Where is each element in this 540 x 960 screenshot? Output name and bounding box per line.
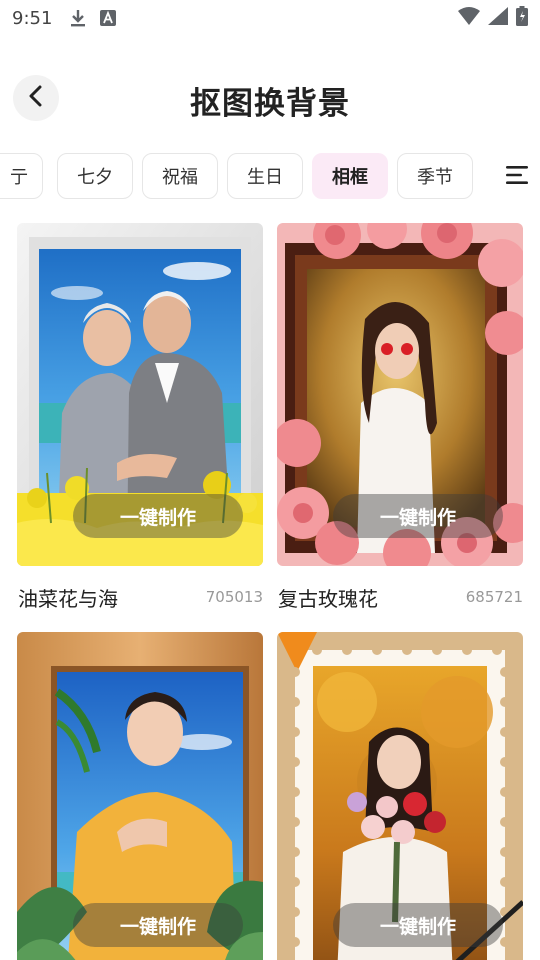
template-card[interactable]: 一键制作 油菜花与海 705013	[17, 223, 263, 623]
page-title: 抠图换背景	[190, 86, 350, 122]
status-icons	[458, 6, 528, 30]
template-thumbnail[interactable]: 一键制作	[277, 223, 523, 566]
template-card[interactable]: 一键制作	[277, 632, 523, 960]
header: 抠图换背景	[0, 70, 540, 126]
tab-label: 相框	[332, 167, 368, 188]
tab-photo-frame[interactable]: 相框	[312, 153, 388, 199]
template-thumbnail[interactable]: 一键制作	[17, 632, 263, 960]
tab-qixi[interactable]: 七夕	[57, 153, 133, 199]
tab-label: 季节	[417, 167, 453, 188]
card-usage-count: 685721	[465, 588, 523, 606]
card-usage-count: 705013	[205, 588, 263, 606]
template-thumbnail[interactable]: 一键制作	[17, 223, 263, 566]
battery-icon	[516, 6, 528, 30]
tab-label: 生日	[247, 167, 283, 188]
tab-season[interactable]: 季节	[397, 153, 473, 199]
tab-label: 七夕	[77, 167, 113, 188]
tab-blessing[interactable]: 祝福	[142, 153, 218, 199]
menu-button[interactable]	[504, 162, 530, 188]
status-time: 9:51	[12, 7, 53, 29]
wifi-icon	[458, 7, 480, 29]
category-tabs: 亍 七夕 祝福 生日 相框 季节	[0, 153, 495, 201]
tab-label: 亍	[10, 167, 28, 188]
one-click-make-button[interactable]: 一键制作	[73, 903, 243, 947]
template-card[interactable]: 一键制作	[17, 632, 263, 960]
screen: 9:51 抠图换背景 亍 七夕 祝福 生日 相框 季节 一键制作 油菜花与海 7…	[0, 0, 540, 960]
card-title: 油菜花与海	[18, 587, 118, 611]
download-icon	[70, 8, 86, 28]
card-info: 复古玫瑰花 685721	[277, 583, 523, 623]
card-info: 油菜花与海 705013	[17, 583, 263, 623]
status-bar: 9:51	[0, 0, 540, 36]
tab-partial[interactable]: 亍	[0, 153, 43, 199]
app-notification-icon	[100, 10, 117, 26]
card-title: 复古玫瑰花	[278, 587, 378, 611]
template-thumbnail[interactable]: 一键制作	[277, 632, 523, 960]
tab-label: 祝福	[162, 167, 198, 188]
template-card[interactable]: 一键制作 复古玫瑰花 685721	[277, 223, 523, 623]
one-click-make-button[interactable]: 一键制作	[333, 903, 503, 947]
one-click-make-button[interactable]: 一键制作	[333, 494, 503, 538]
one-click-make-button[interactable]: 一键制作	[73, 494, 243, 538]
tab-birthday[interactable]: 生日	[227, 153, 303, 199]
signal-icon	[488, 7, 508, 29]
menu-icon	[504, 166, 530, 192]
